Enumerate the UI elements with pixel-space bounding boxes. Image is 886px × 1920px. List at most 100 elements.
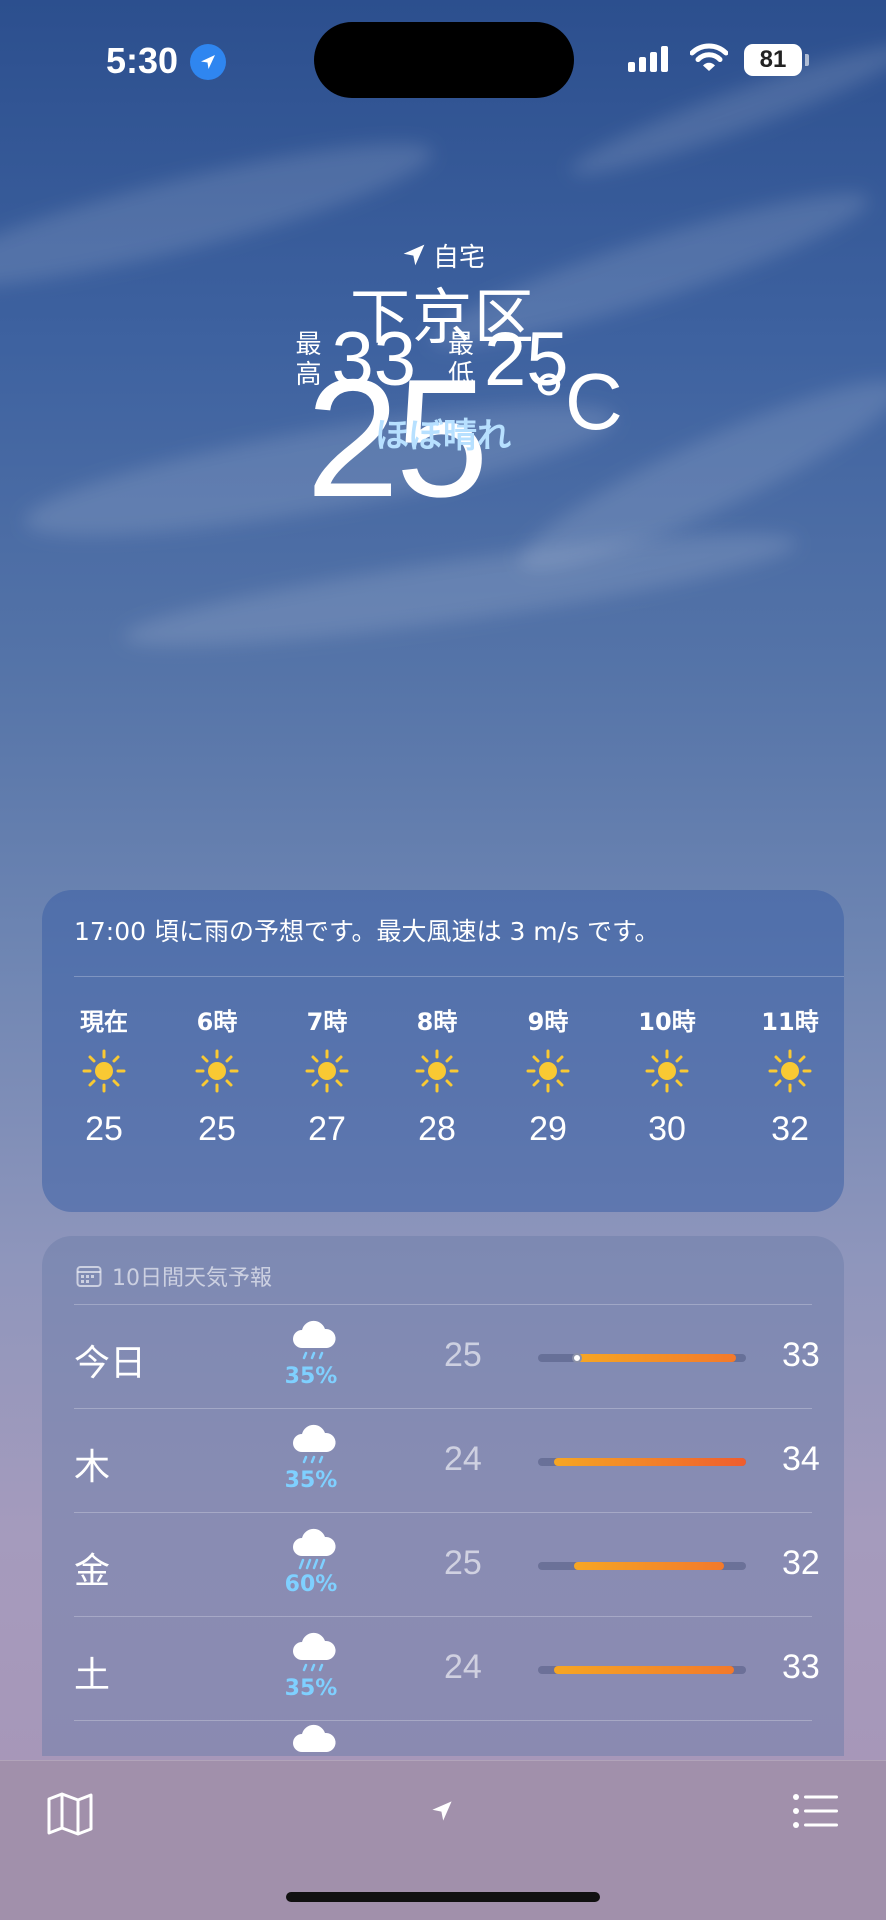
home-label: 自宅	[432, 242, 485, 273]
status-time: 5:30	[106, 40, 179, 81]
cellular-signal-icon	[628, 46, 668, 72]
location-arrow-icon	[403, 244, 425, 266]
hour-temperature: 29	[529, 1110, 567, 1148]
cloud-rain-icon	[284, 1424, 344, 1472]
low-label: 最 低	[448, 330, 474, 390]
low-label-line-1: 最	[448, 329, 475, 360]
hour-label: 7時	[306, 1008, 348, 1036]
divider	[74, 1616, 812, 1617]
low-temp: 25	[444, 1544, 482, 1582]
hour-item[interactable]: 9時 29	[503, 1002, 593, 1149]
hour-temperature: 25	[198, 1110, 236, 1148]
daily-row[interactable]: 今日 35% 25 33	[74, 1304, 820, 1408]
current-temp-marker	[572, 1353, 582, 1363]
hour-item[interactable]: 11時 32	[745, 1002, 835, 1149]
dynamic-island	[314, 22, 574, 98]
hour-label: 9時	[527, 1008, 569, 1036]
hour-item[interactable]: 8時 28	[392, 1002, 482, 1149]
ten-day-forecast-card[interactable]: 10日間天気予報 今日 35% 25 33 木 35% 24 34 金 60% …	[42, 1236, 844, 1756]
battery-icon: 81	[744, 44, 802, 76]
high-label: 最 高	[295, 330, 321, 390]
condition-text: ほぼ晴れ	[375, 416, 511, 456]
status-bar: 5:30 81	[0, 0, 886, 120]
high-temp: 32	[782, 1544, 820, 1582]
high-label-line-1: 最	[295, 329, 322, 360]
hour-temperature: 27	[308, 1110, 346, 1148]
sun-icon	[622, 1036, 712, 1106]
temp-range-fill	[554, 1666, 734, 1674]
low-temp: 24	[444, 1440, 482, 1478]
day-label: 今日	[74, 1343, 147, 1384]
divider	[74, 1408, 812, 1409]
location-arrow-icon[interactable]	[430, 1799, 454, 1827]
divider	[74, 1720, 812, 1721]
sun-icon	[282, 1036, 372, 1106]
divider	[74, 1512, 812, 1513]
daily-row[interactable]: 土 35% 24 33	[74, 1616, 820, 1720]
precip-chance: 35%	[284, 1364, 338, 1389]
cloud-heavy-rain-icon	[284, 1528, 344, 1576]
high-temp: 34	[782, 1440, 820, 1478]
hour-label: 8時	[416, 1008, 458, 1036]
hour-temperature: 28	[418, 1110, 456, 1148]
map-icon[interactable]	[46, 1791, 94, 1841]
precip-chance: 60%	[284, 1572, 338, 1597]
temp-range-fill	[574, 1562, 724, 1570]
sun-icon	[503, 1036, 593, 1106]
temp-range-bar	[538, 1458, 746, 1466]
temp-range-fill	[554, 1458, 746, 1466]
hour-temperature: 32	[771, 1110, 809, 1148]
ten-day-title: 10日間天気予報	[76, 1260, 272, 1292]
high-temp: 33	[782, 1336, 820, 1374]
hour-item[interactable]: 7時 27	[282, 1002, 372, 1149]
home-indicator	[286, 1892, 600, 1902]
low-temperature: 25	[484, 317, 569, 402]
day-label: 金	[74, 1551, 111, 1592]
temp-range-bar	[538, 1562, 746, 1570]
low-temp: 24	[444, 1648, 482, 1686]
hour-label: 10時	[638, 1008, 696, 1036]
divider	[74, 1304, 812, 1305]
temp-range-bar	[538, 1353, 746, 1363]
high-temp: 33	[782, 1648, 820, 1686]
battery-cap	[805, 54, 809, 66]
high-label-line-2: 高	[295, 359, 322, 390]
sun-icon	[59, 1036, 149, 1106]
forecast-summary: 17:00 頃に雨の予想です。最大風速は 3 m/s です。	[74, 917, 660, 946]
cloud-icon	[284, 1724, 344, 1756]
list-icon[interactable]	[792, 1791, 840, 1835]
temp-range-fill	[576, 1354, 736, 1362]
sun-icon	[745, 1036, 835, 1106]
low-temp: 25	[444, 1336, 482, 1374]
daily-row[interactable]	[74, 1720, 812, 1756]
hour-item[interactable]: 10時 30	[622, 1002, 712, 1149]
day-label: 木	[74, 1447, 111, 1488]
divider	[74, 976, 844, 977]
low-label-line-2: 低	[448, 359, 475, 390]
home-location-row: 自宅	[0, 238, 886, 273]
hour-item[interactable]: 現在 25	[59, 1002, 149, 1149]
daily-row[interactable]: 木 35% 24 34	[74, 1408, 820, 1512]
daily-row[interactable]: 金 60% 25 32	[74, 1512, 820, 1616]
day-label: 土	[74, 1655, 111, 1696]
temp-range-bar	[538, 1666, 746, 1674]
precip-chance: 35%	[284, 1676, 338, 1701]
sun-icon	[172, 1036, 262, 1106]
high-low-row: 最 高 33 最 低 25	[0, 316, 886, 403]
hour-label: 11時	[761, 1008, 819, 1036]
high-temperature: 33	[331, 317, 416, 402]
hour-item[interactable]: 6時 25	[172, 1002, 262, 1149]
hour-temperature: 30	[648, 1110, 686, 1148]
ten-day-title-text: 10日間天気予報	[112, 1266, 272, 1291]
hour-label: 現在	[80, 1008, 128, 1036]
wifi-icon	[689, 42, 729, 78]
location-services-icon	[190, 44, 226, 80]
sun-icon	[392, 1036, 482, 1106]
hour-label: 6時	[196, 1008, 238, 1036]
cloud-rain-icon	[284, 1632, 344, 1680]
cloud-rain-icon	[284, 1320, 344, 1368]
calendar-icon	[76, 1266, 102, 1287]
hourly-forecast-card[interactable]: 17:00 頃に雨の予想です。最大風速は 3 m/s です。 現在 25 6時 …	[42, 890, 844, 1212]
hour-temperature: 25	[85, 1110, 123, 1148]
precip-chance: 35%	[284, 1468, 338, 1493]
